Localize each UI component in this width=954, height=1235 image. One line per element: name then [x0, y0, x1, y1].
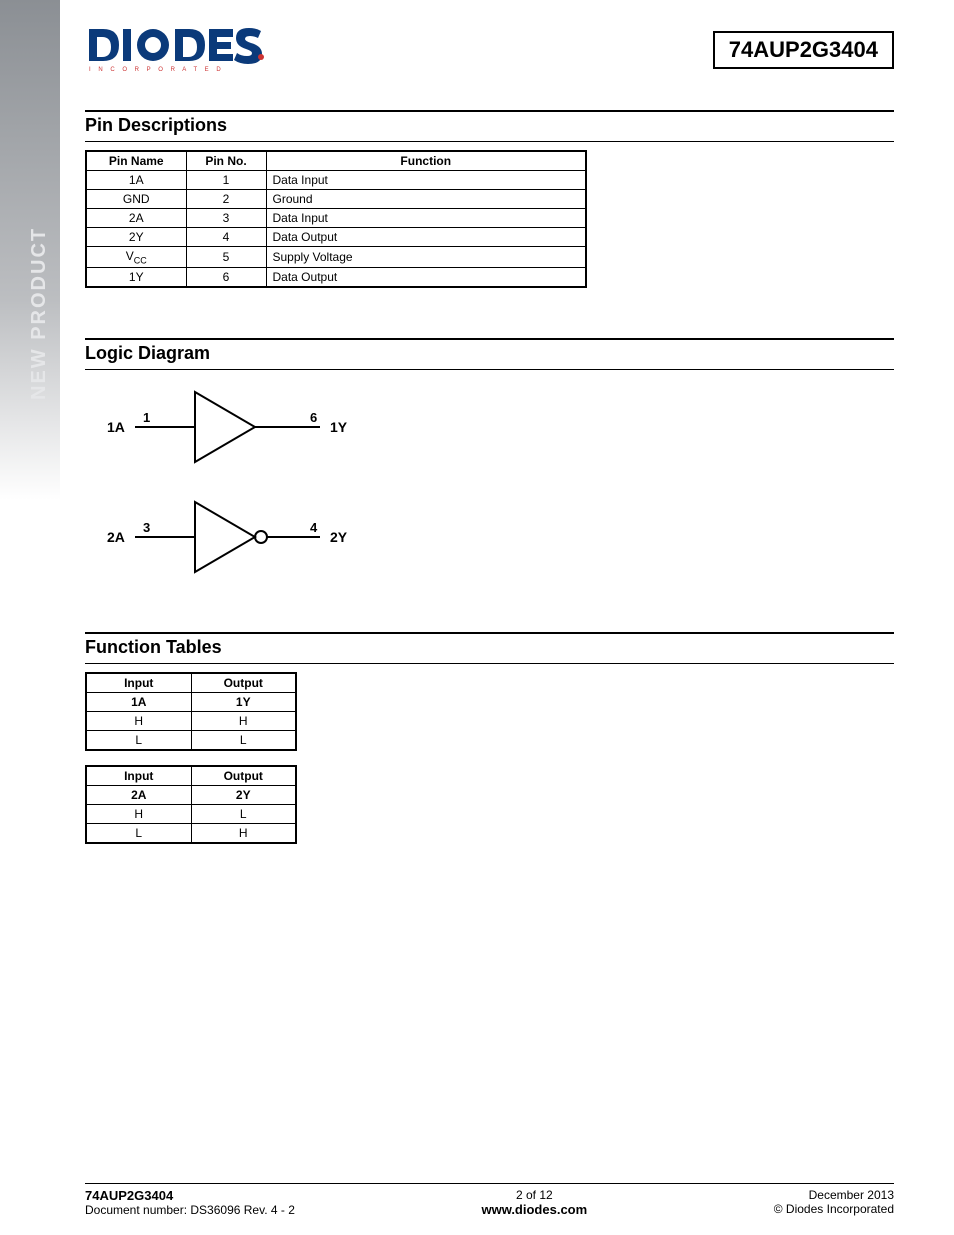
gate2-in-label: 2A	[107, 529, 125, 545]
function-table-2: InputOutput 2A2Y HL LH	[85, 765, 297, 844]
col-header-function: Function	[266, 151, 586, 171]
function-table-1: InputOutput 1A1Y HH LL	[85, 672, 297, 751]
gate2-in-pin: 3	[143, 520, 150, 535]
table-row: LL	[86, 731, 296, 751]
table-row: LH	[86, 824, 296, 844]
footer-date: December 2013	[774, 1188, 894, 1202]
new-product-sidebar: NEW PRODUCT	[0, 0, 60, 500]
table-row: 1Y6Data Output	[86, 268, 586, 288]
footer-part-number: 74AUP2G3404	[85, 1188, 295, 1203]
logic-diagram: 1A 1 6 1Y 2A 3 4 2Y	[105, 382, 365, 592]
footer-left: 74AUP2G3404 Document number: DS36096 Rev…	[85, 1188, 295, 1217]
footer-document-number: Document number: DS36096 Rev. 4 - 2	[85, 1203, 295, 1217]
col-header-pin-no: Pin No.	[186, 151, 266, 171]
gate1-out-pin: 6	[310, 410, 317, 425]
table-row: 1A1Data Input	[86, 171, 586, 190]
section-heading-logic-diagram: Logic Diagram	[85, 338, 894, 370]
part-number-box: 74AUP2G3404	[713, 31, 894, 69]
section-heading-pin-descriptions: Pin Descriptions	[85, 110, 894, 142]
table-row: 2A3Data Input	[86, 209, 586, 228]
section-heading-function-tables: Function Tables	[85, 632, 894, 664]
gate1-in-label: 1A	[107, 419, 125, 435]
col-header-pin-name: Pin Name	[86, 151, 186, 171]
footer-page-number: 2 of 12	[481, 1188, 587, 1202]
page-content: I N C O R P O R A T E D 74AUP2G3404 Pin …	[85, 20, 894, 1235]
footer-center: 2 of 12 www.diodes.com	[481, 1188, 587, 1217]
table-row: HL	[86, 805, 296, 824]
footer-url: www.diodes.com	[481, 1202, 587, 1217]
footer-right: December 2013 © Diodes Incorporated	[774, 1188, 894, 1217]
logo-subtext: I N C O R P O R A T E D	[89, 67, 224, 73]
table-row: GND2Ground	[86, 190, 586, 209]
gate2-out-pin: 4	[310, 520, 318, 535]
gate1-out-label: 1Y	[330, 419, 348, 435]
table-row: 2Y4Data Output	[86, 228, 586, 247]
gate1-in-pin: 1	[143, 410, 150, 425]
pin-descriptions-table: Pin Name Pin No. Function 1A1Data Input …	[85, 150, 587, 288]
table-row: VCC5Supply Voltage	[86, 247, 586, 268]
footer-copyright: © Diodes Incorporated	[774, 1202, 894, 1216]
sidebar-label: NEW PRODUCT	[28, 227, 51, 400]
table-header-row: Pin Name Pin No. Function	[86, 151, 586, 171]
page-header: I N C O R P O R A T E D 74AUP2G3404	[85, 20, 894, 80]
table-row: HH	[86, 712, 296, 731]
diodes-logo: I N C O R P O R A T E D	[85, 23, 265, 78]
page-footer: 74AUP2G3404 Document number: DS36096 Rev…	[85, 1183, 894, 1217]
gate2-out-label: 2Y	[330, 529, 348, 545]
